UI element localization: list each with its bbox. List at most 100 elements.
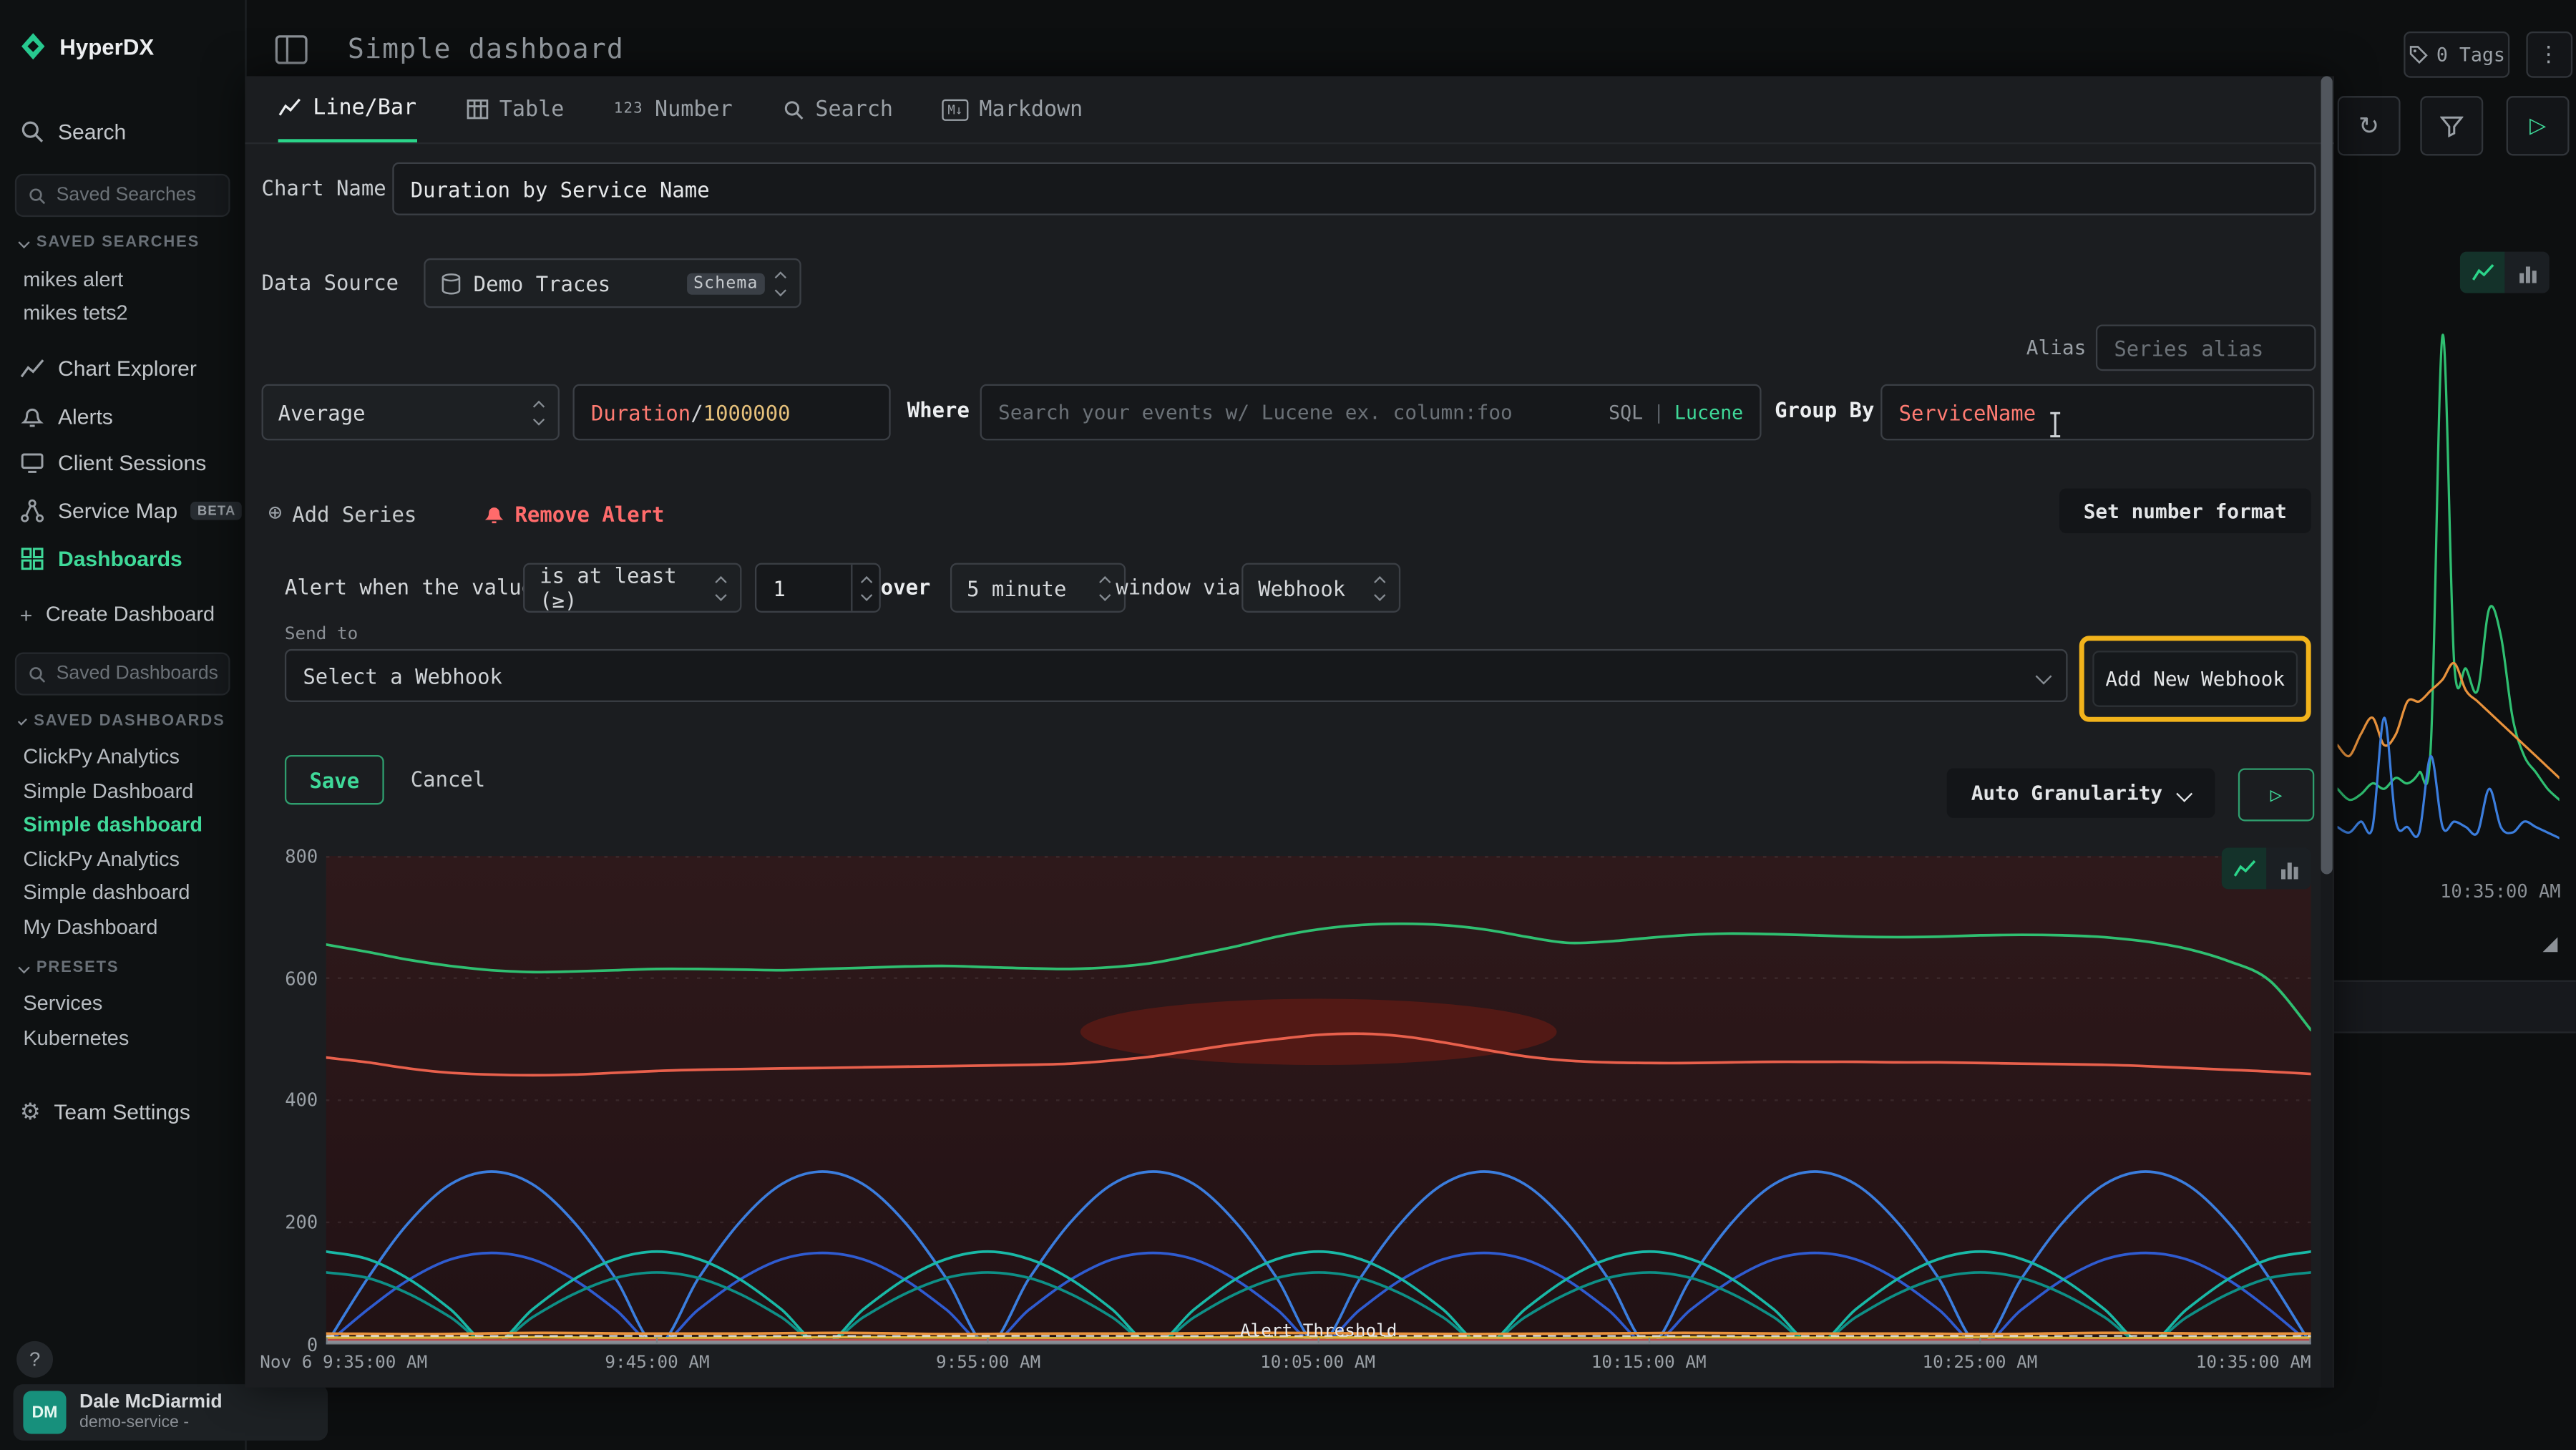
alert-channel-select[interactable]: Webhook xyxy=(1241,563,1400,613)
alias-label: Alias xyxy=(2026,336,2087,359)
panel-toggle-button[interactable] xyxy=(275,35,308,65)
sql-toggle[interactable]: SQL xyxy=(1609,401,1643,424)
lucene-toggle[interactable]: Lucene xyxy=(1674,401,1743,424)
funnel-icon xyxy=(2440,115,2463,137)
chevron-down-icon xyxy=(2036,667,2052,683)
cancel-button[interactable]: Cancel xyxy=(411,759,485,799)
bg-chart-type-toggle[interactable] xyxy=(2460,252,2550,293)
chevron-up-icon xyxy=(1099,575,1111,587)
sidebar-item-label: Service Map xyxy=(58,497,177,522)
aggregation-select[interactable]: Average xyxy=(262,384,560,441)
tab-number[interactable]: 123 Number xyxy=(614,76,733,142)
data-source-select[interactable]: Demo Traces Schema xyxy=(424,258,801,308)
saved-search-item[interactable]: mikes tets2 xyxy=(0,298,245,328)
help-button[interactable]: ? xyxy=(16,1341,53,1378)
topbar: Simple dashboard 0 Tags ⋮ xyxy=(245,0,2575,76)
sidebar-item-label: Alerts xyxy=(58,403,113,428)
filter-button[interactable] xyxy=(2420,96,2483,155)
alert-threshold-label: Alert Threshold xyxy=(1240,1321,1397,1341)
run-chart-button[interactable]: ▷ xyxy=(2238,768,2314,821)
set-number-format-button[interactable]: Set number format xyxy=(2059,488,2311,532)
line-chart-toggle[interactable] xyxy=(2460,252,2504,293)
sidebar-item-client-sessions[interactable]: Client Sessions xyxy=(0,444,245,480)
remove-alert-button[interactable]: Remove Alert xyxy=(484,493,665,533)
bar-chart-toggle[interactable] xyxy=(2266,848,2311,890)
alert-window-select[interactable]: 5 minute xyxy=(950,563,1126,613)
saved-dashboards-section-header[interactable]: SAVED DASHBOARDS xyxy=(0,710,245,730)
add-series-button[interactable]: ⊕ Add Series xyxy=(268,493,417,533)
chart-name-input[interactable]: Duration by Service Name xyxy=(392,162,2316,215)
saved-dashboard-item[interactable]: ClickPy Analytics xyxy=(0,741,245,772)
user-chip[interactable]: DM Dale McDiarmid demo-service - xyxy=(14,1384,328,1441)
tab-markdown[interactable]: M↓ Markdown xyxy=(942,76,1083,142)
alert-prefix-text: Alert when the value xyxy=(285,575,534,600)
background-input-strip xyxy=(2334,981,2576,1033)
sidebar-item-label: Team Settings xyxy=(54,1099,190,1124)
saved-searches-input[interactable]: Saved Searches xyxy=(15,174,230,217)
schema-badge: Schema xyxy=(687,273,765,294)
where-label: Where xyxy=(907,397,970,422)
stepper-down-icon xyxy=(860,588,872,600)
add-new-webhook-button[interactable]: Add New Webhook xyxy=(2092,651,2298,707)
group-by-input[interactable]: ServiceName xyxy=(1880,384,2314,441)
chart-type-toggle[interactable] xyxy=(2222,848,2311,890)
where-input[interactable]: Search your events w/ Lucene ex. column:… xyxy=(980,384,1762,441)
x-axis-tick-label: 9:55:00 AM xyxy=(914,1353,1063,1373)
sidebar-item-chart-explorer[interactable]: Chart Explorer xyxy=(0,349,245,386)
tags-button[interactable]: 0 Tags xyxy=(2404,31,2509,78)
sidebar-item-dashboards[interactable]: Dashboards xyxy=(0,540,245,576)
bar-chart-toggle[interactable] xyxy=(2504,252,2549,293)
alert-condition-select[interactable]: is at least (≥) xyxy=(523,563,741,613)
search-icon xyxy=(28,186,46,204)
line-chart-toggle[interactable] xyxy=(2222,848,2266,890)
refresh-button[interactable]: ↻ xyxy=(2338,96,2401,155)
granularity-value: Auto Granularity xyxy=(1971,782,2162,804)
alias-input[interactable]: Series alias xyxy=(2096,324,2316,371)
tab-line-bar[interactable]: Line/Bar xyxy=(278,76,416,142)
modal-scrollbar[interactable] xyxy=(2321,76,2333,1387)
search-icon xyxy=(28,665,46,683)
alert-threshold-value: 1 xyxy=(773,575,785,600)
field-expression-input[interactable]: Duration/1000000 xyxy=(572,384,890,441)
sidebar-item-search[interactable]: Search xyxy=(0,112,245,149)
chevron-down-icon xyxy=(1099,588,1111,600)
saved-dashboard-item-active[interactable]: Simple dashboard xyxy=(0,809,245,840)
chart-plot-area[interactable]: Alert Threshold xyxy=(326,856,2311,1344)
saved-dashboard-item[interactable]: ClickPy Analytics xyxy=(0,844,245,874)
saved-searches-placeholder: Saved Searches xyxy=(57,185,196,205)
saved-dashboards-input[interactable]: Saved Dashboards xyxy=(15,653,230,696)
saved-dashboard-item[interactable]: Simple dashboard xyxy=(0,877,245,908)
number-stepper[interactable] xyxy=(851,565,879,611)
data-source-value: Demo Traces xyxy=(474,271,611,296)
dashboard-grid-icon xyxy=(20,545,45,570)
save-button[interactable]: Save xyxy=(285,755,384,804)
more-options-button[interactable]: ⋮ xyxy=(2526,31,2572,78)
saved-dashboard-item[interactable]: My Dashboard xyxy=(0,912,245,942)
sidebar-item-alerts[interactable]: Alerts xyxy=(0,397,245,434)
saved-search-item[interactable]: mikes alert xyxy=(0,265,245,295)
preset-item[interactable]: Kubernetes xyxy=(0,1023,245,1053)
saved-searches-section-header[interactable]: SAVED SEARCHES xyxy=(0,232,245,252)
bell-icon xyxy=(484,502,505,524)
alert-window-value: 5 minute xyxy=(967,575,1066,600)
section-label: SAVED DASHBOARDS xyxy=(34,711,225,729)
tab-search[interactable]: Search xyxy=(782,76,893,142)
create-dashboard-button[interactable]: + Create Dashboard xyxy=(0,598,245,631)
table-icon xyxy=(467,99,488,120)
resize-handle[interactable] xyxy=(2543,937,2558,952)
saved-dashboard-item[interactable]: Simple Dashboard xyxy=(0,776,245,806)
presets-section-header[interactable]: PRESETS xyxy=(0,957,245,977)
data-source-label: Data Source xyxy=(262,270,399,295)
alert-threshold-input[interactable]: 1 xyxy=(755,563,881,613)
tab-table[interactable]: Table xyxy=(467,76,565,142)
brand-logo[interactable]: HyperDX xyxy=(0,26,245,67)
granularity-select[interactable]: Auto Granularity xyxy=(1947,768,2215,817)
play-query-button[interactable]: ▷ xyxy=(2507,96,2570,155)
create-dashboard-label: Create Dashboard xyxy=(46,603,215,626)
sidebar-item-team-settings[interactable]: ⚙ Team Settings xyxy=(0,1093,245,1129)
webhook-select[interactable]: Select a Webhook xyxy=(285,649,2068,702)
sidebar-item-service-map[interactable]: Service Map BETA xyxy=(0,492,245,528)
editor-tabs: Line/Bar Table 123 Number Search M↓ Mark… xyxy=(245,76,2334,144)
scrollbar-thumb[interactable] xyxy=(2321,76,2333,874)
preset-item[interactable]: Services xyxy=(0,988,245,1018)
